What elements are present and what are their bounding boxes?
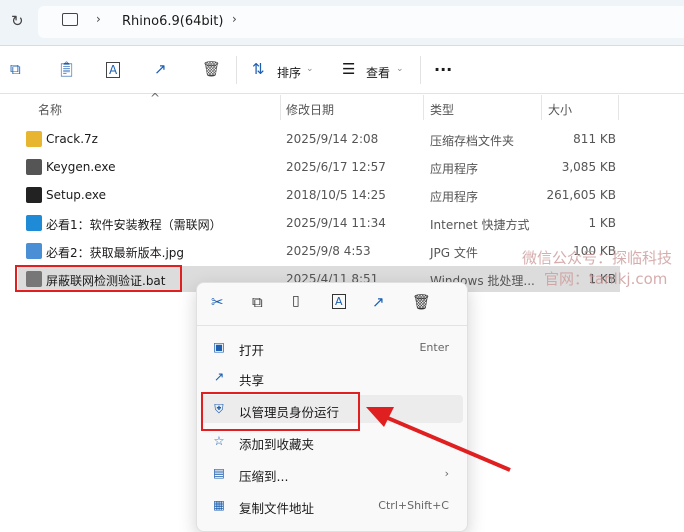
menu-item[interactable]: ▦ 复制文件地址 Ctrl+Shift+C xyxy=(201,491,463,519)
red-arrow-annotation xyxy=(366,407,511,472)
file-type: 应用程序 xyxy=(430,162,479,176)
watermark-line2: 官网：tanlkj.com xyxy=(544,270,668,288)
menu-item-label: 共享 xyxy=(239,373,265,388)
chevron-down-icon: ⌄ xyxy=(396,64,404,74)
chevron-right-icon[interactable]: › xyxy=(232,12,237,26)
file-size: 261,605 KB xyxy=(546,188,616,202)
menu-item-label: 复制文件地址 xyxy=(239,501,315,516)
view-icon[interactable]: ☰ xyxy=(342,60,355,78)
delete-icon[interactable]: 🗑︎ xyxy=(202,60,221,78)
file-size: 1 KB xyxy=(588,216,616,230)
sort-button[interactable]: 排序 xyxy=(277,64,301,81)
file-name: 必看2：获取最新版本.jpg xyxy=(46,246,185,260)
file-row[interactable]: Setup.exe 2018/10/5 14:25 应用程序 261,605 K… xyxy=(18,182,620,208)
share-icon: ↗ xyxy=(213,369,225,384)
menu-item-label: 添加到收藏夹 xyxy=(239,437,315,452)
watermark-line1: 微信公众号：探临科技 xyxy=(522,249,673,267)
image-icon xyxy=(26,243,42,259)
more-options-button[interactable]: ··· xyxy=(434,60,452,79)
sort-icon[interactable]: ⇅ xyxy=(252,60,265,78)
command-bar: ⧉ 📋︎ A ↗ 🗑︎ ⇅ 排序 ⌄ ☰ 查看 ⌄ ··· xyxy=(0,46,684,94)
zip-folder-icon xyxy=(26,131,42,147)
open-icon: ▣ xyxy=(213,339,225,354)
file-date: 2018/10/5 14:25 xyxy=(286,188,386,202)
column-size[interactable]: 大小 xyxy=(548,101,572,118)
menu-item[interactable]: ↗ 共享 xyxy=(201,363,463,391)
share-icon[interactable]: ↗ xyxy=(154,60,167,78)
run-as-admin-highlight xyxy=(201,392,360,431)
file-row[interactable]: Keygen.exe 2025/6/17 12:57 应用程序 3,085 KB xyxy=(18,154,620,180)
address-bar[interactable]: › Rhino6.9(64bit) › xyxy=(38,6,684,38)
file-name: 必看1：软件安装教程（需联网） xyxy=(46,218,222,232)
menu-item-shortcut: Ctrl+Shift+C xyxy=(378,499,449,512)
file-name: Crack.7z xyxy=(46,132,98,146)
this-pc-icon xyxy=(62,13,78,26)
column-date[interactable]: 修改日期 xyxy=(286,101,334,118)
zip-icon: ▤ xyxy=(213,465,225,480)
file-type: JPG 文件 xyxy=(430,246,478,260)
file-type: Internet 快捷方式 xyxy=(430,218,530,232)
file-row[interactable]: 必看1：软件安装教程（需联网） 2025/9/14 11:34 Internet… xyxy=(18,210,620,236)
file-type: 压缩存档文件夹 xyxy=(430,134,515,148)
chevron-right-icon[interactable]: › xyxy=(96,12,101,26)
paste-icon[interactable]: ▯ xyxy=(292,293,300,309)
edge-shortcut-icon xyxy=(26,215,42,231)
address-bar-area: ↻ › Rhino6.9(64bit) › xyxy=(0,0,684,46)
rename-icon[interactable]: A xyxy=(106,62,121,78)
column-type[interactable]: 类型 xyxy=(430,101,454,118)
file-size: 811 KB xyxy=(573,132,616,146)
chevron-down-icon: ⌄ xyxy=(306,64,314,74)
file-name: Keygen.exe xyxy=(46,160,116,174)
cut-icon[interactable]: ✂ xyxy=(211,293,224,311)
menu-item[interactable]: ▣ 打开 Enter xyxy=(201,333,463,361)
view-button[interactable]: 查看 xyxy=(366,64,390,81)
refresh-icon[interactable]: ↻ xyxy=(11,12,24,30)
file-type: 应用程序 xyxy=(430,190,479,204)
file-row[interactable]: Crack.7z 2025/9/14 2:08 压缩存档文件夹 811 KB xyxy=(18,126,620,152)
menu-item-label: 压缩到... xyxy=(239,469,289,484)
paste-icon[interactable]: 📋︎ xyxy=(57,60,76,78)
file-date: 2025/6/17 12:57 xyxy=(286,160,386,174)
delete-icon[interactable]: 🗑︎ xyxy=(412,293,431,311)
file-date: 2025/9/14 11:34 xyxy=(286,216,386,230)
column-name[interactable]: 名称 xyxy=(38,101,62,118)
rhino-setup-icon xyxy=(26,187,42,203)
sort-ascending-icon: ^ xyxy=(150,91,161,105)
exe-icon xyxy=(26,159,42,175)
file-date: 2025/9/14 2:08 xyxy=(286,132,379,146)
rename-icon[interactable]: A xyxy=(332,294,346,309)
menu-item-label: 打开 xyxy=(239,343,265,358)
copy-path-icon: ▦ xyxy=(213,497,225,512)
column-header: ^ 名称 修改日期 类型 大小 xyxy=(0,91,684,120)
share-icon[interactable]: ↗ xyxy=(372,293,385,311)
file-name: Setup.exe xyxy=(46,188,107,202)
copy-icon[interactable]: ⧉ xyxy=(10,60,21,78)
star-icon: ☆ xyxy=(213,433,225,448)
file-size: 3,085 KB xyxy=(561,160,616,174)
menu-item-shortcut: Enter xyxy=(419,341,449,354)
file-date: 2025/9/8 4:53 xyxy=(286,244,371,258)
selected-file-highlight xyxy=(15,265,182,292)
copy-icon[interactable]: ⧉ xyxy=(252,293,263,311)
breadcrumb-folder[interactable]: Rhino6.9(64bit) xyxy=(122,14,223,29)
